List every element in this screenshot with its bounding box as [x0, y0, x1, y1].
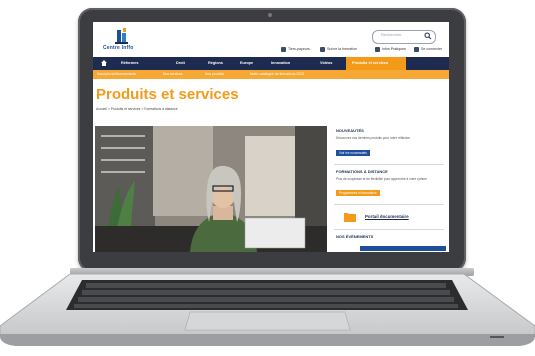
nav-item-europe[interactable]: Europe	[240, 61, 253, 65]
subnav-catalogue[interactable]: Notre catalogue de formations 2023	[250, 72, 304, 76]
sidebar-distance-text: Plus de souplesse et de flexibilité pour…	[336, 177, 427, 181]
search-icon[interactable]	[424, 32, 432, 40]
events-banner[interactable]	[360, 246, 446, 251]
subnav-inscriptions[interactable]: Inscriptions/Abonnements	[97, 72, 136, 76]
nav-item-droit[interactable]: Droit	[176, 61, 185, 65]
toplink-tiers-payeurs[interactable]: Tiers-payeurs	[288, 47, 310, 51]
logo-text: Centre Inffo	[103, 45, 134, 51]
distance-button[interactable]: Programmes et formations	[336, 190, 380, 196]
sidebar-divider	[334, 229, 444, 230]
nav-item-produits-services[interactable]: Produits et services	[352, 61, 388, 65]
cart-icon	[281, 47, 286, 52]
toplink-formation[interactable]: Suivre la formation	[327, 47, 357, 51]
home-icon[interactable]	[100, 59, 108, 67]
sidebar-news-heading: NOUVEAUTÉS	[336, 128, 364, 133]
toplink-connect[interactable]: Se connecter	[421, 47, 442, 51]
breadcrumb[interactable]: Accueil > Produits et services > Formati…	[96, 107, 178, 111]
sidebar-distance-heading: FORMATIONS À DISTANCE	[336, 169, 388, 174]
webcam	[268, 13, 272, 17]
hero-image	[95, 126, 327, 252]
search-placeholder: Rechercher	[381, 32, 402, 37]
graduation-cap-icon	[320, 47, 325, 52]
folder-icon	[344, 213, 356, 222]
news-button[interactable]: Voir les nouveautés	[336, 150, 370, 156]
user-icon	[414, 47, 419, 52]
subnav-produits[interactable]: Nos produits	[205, 72, 224, 76]
nav-item-regions[interactable]: Régions	[208, 61, 223, 65]
laptop-base	[0, 274, 535, 352]
toplink-infos[interactable]: Infos Pratiques	[382, 47, 406, 51]
sidebar-events-heading: NOS ÉVÉNEMENTS	[336, 234, 374, 239]
page-title: Produits et services	[96, 86, 239, 103]
sidebar-divider	[334, 204, 444, 205]
sidebar-divider	[334, 164, 444, 165]
subnav-services[interactable]: Nos services	[163, 72, 182, 76]
nav-item-videos[interactable]: Vidéos	[320, 61, 332, 65]
nav-item-innovation[interactable]: Innovation	[271, 61, 290, 65]
logo-icon	[115, 28, 128, 44]
nav-item-reformes[interactable]: Réformes	[121, 61, 139, 65]
grid-icon	[375, 47, 380, 52]
docs-portal-link[interactable]: Portail documentaire	[365, 214, 409, 219]
sidebar-news-text: Découvrez nos derniers produits pour vot…	[336, 136, 411, 140]
